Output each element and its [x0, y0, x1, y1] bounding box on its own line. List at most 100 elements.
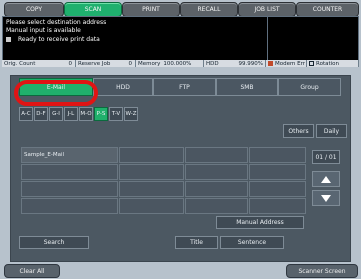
address-cell[interactable]: [185, 198, 248, 214]
manual-address-button[interactable]: Manual Address: [216, 216, 304, 229]
alpha-tab-p-s[interactable]: P-S: [94, 107, 108, 121]
page-down-button[interactable]: [312, 190, 340, 206]
status-orig-count: Orig. Count 0: [2, 60, 76, 67]
alpha-tab-a-c-label: A-C: [21, 111, 31, 117]
message-line-3: Ready to receive print data: [6, 36, 100, 43]
address-cell-label: Sample_E-Mail: [24, 152, 65, 158]
tab-recall[interactable]: RECALL: [180, 2, 238, 17]
printer-icon: [6, 37, 11, 42]
tab-job-list[interactable]: JOB LIST: [238, 2, 296, 17]
alpha-tab-p-s-label: P-S: [96, 111, 106, 117]
tab-job-list-label: JOB LIST: [254, 6, 280, 13]
status-modem: Modem Err: [266, 60, 307, 67]
address-cell[interactable]: [249, 198, 306, 214]
message-divider: [267, 17, 268, 60]
status-orig-count-label: Orig. Count: [4, 60, 36, 67]
tab-scan-label: SCAN: [84, 6, 102, 13]
status-hdd-value: 99.990%: [238, 60, 263, 67]
category-group-button[interactable]: Group: [278, 78, 341, 96]
tab-print[interactable]: PRINT: [122, 2, 180, 17]
category-hdd-label: HDD: [116, 83, 130, 91]
title-label: Title: [190, 239, 203, 246]
clear-all-button[interactable]: Clear All: [4, 264, 60, 278]
alpha-tab-g-i[interactable]: G-I: [49, 107, 63, 121]
category-smb-button[interactable]: SMB: [216, 78, 278, 96]
alpha-tab-j-l-label: J-L: [67, 111, 75, 117]
rotation-icon: [309, 61, 314, 66]
alpha-tab-a-c[interactable]: A-C: [19, 107, 33, 121]
status-reserve-job: Reserve Job 0: [76, 60, 136, 67]
address-cell[interactable]: [21, 164, 118, 180]
page-indicator-text: 01 / 01: [315, 153, 337, 161]
address-cell[interactable]: [185, 147, 248, 163]
address-cell[interactable]: [119, 147, 184, 163]
address-cell[interactable]: [249, 164, 306, 180]
daily-label: Daily: [323, 127, 340, 135]
address-cell-sample-email[interactable]: Sample_E-Mail: [21, 147, 118, 163]
others-button[interactable]: Others: [283, 124, 314, 138]
alpha-tab-d-f[interactable]: D-F: [34, 107, 48, 121]
status-rotation: Rotation: [307, 60, 359, 67]
status-hdd: HDD 99.990%: [204, 60, 266, 67]
alpha-tab-t-v[interactable]: T-V: [109, 107, 123, 121]
address-cell[interactable]: [185, 181, 248, 197]
status-memory: Memory 100.000%: [136, 60, 204, 67]
search-label: Search: [43, 239, 65, 246]
address-cell[interactable]: [249, 181, 306, 197]
clear-all-label: Clear All: [19, 267, 45, 275]
address-cell[interactable]: [119, 181, 184, 197]
status-rotation-label: Rotation: [316, 60, 340, 67]
status-memory-label: Memory: [138, 60, 161, 67]
sentence-button[interactable]: Sentence: [220, 236, 284, 249]
page-indicator: 01 / 01: [312, 150, 340, 164]
daily-button[interactable]: Daily: [316, 124, 347, 138]
sentence-label: Sentence: [237, 239, 267, 246]
message-line-3-text: Ready to receive print data: [18, 36, 100, 43]
alpha-tab-m-o-label: M-O: [80, 111, 92, 117]
arrow-up-icon: [321, 175, 331, 183]
title-button[interactable]: Title: [175, 236, 218, 249]
manual-address-label: Manual Address: [236, 219, 284, 226]
alpha-tab-d-f-label: D-F: [36, 111, 46, 117]
arrow-down-icon: [321, 194, 331, 202]
address-cell[interactable]: [119, 198, 184, 214]
modem-icon: [268, 61, 273, 66]
scanner-screen-label: Scanner Screen: [298, 267, 346, 275]
alpha-tab-t-v-label: T-V: [111, 111, 121, 117]
tab-counter-label: COUNTER: [312, 6, 343, 13]
tab-counter[interactable]: COUNTER: [296, 2, 359, 17]
highlight-ring: [14, 80, 98, 106]
message-line-2: Manual input is available: [6, 27, 81, 34]
status-reserve-job-label: Reserve Job: [78, 60, 111, 67]
status-memory-value: 100.000%: [163, 60, 192, 67]
status-modem-label: Modem Err: [275, 60, 305, 67]
tab-recall-label: RECALL: [197, 6, 221, 13]
address-cell[interactable]: [21, 198, 118, 214]
status-orig-count-value: 0: [68, 60, 73, 67]
alpha-tab-g-i-label: G-I: [52, 111, 60, 117]
status-hdd-label: HDD: [206, 60, 219, 67]
alpha-tab-j-l[interactable]: J-L: [64, 107, 78, 121]
alpha-tab-w-z-label: W-Z: [125, 111, 137, 117]
tab-copy[interactable]: COPY: [4, 2, 64, 17]
scanner-screen-button[interactable]: Scanner Screen: [286, 264, 358, 278]
category-hdd-button[interactable]: HDD: [93, 78, 153, 96]
alpha-tab-w-z[interactable]: W-Z: [124, 107, 138, 121]
category-smb-label: SMB: [240, 83, 254, 91]
category-ftp-label: FTP: [179, 83, 190, 91]
tab-print-label: PRINT: [142, 6, 160, 13]
address-cell[interactable]: [119, 164, 184, 180]
address-cell[interactable]: [185, 164, 248, 180]
address-cell[interactable]: [249, 147, 306, 163]
others-label: Others: [288, 127, 309, 135]
search-button[interactable]: Search: [19, 236, 89, 249]
address-cell[interactable]: [21, 181, 118, 197]
category-ftp-button[interactable]: FTP: [153, 78, 216, 96]
alpha-tab-m-o[interactable]: M-O: [79, 107, 93, 121]
tab-scan[interactable]: SCAN: [64, 2, 122, 17]
message-line-1: Please select destination address: [6, 19, 107, 26]
page-up-button[interactable]: [312, 171, 340, 187]
category-group-label: Group: [300, 83, 319, 91]
destination-screen: { "mode_tabs": ["COPY", "SCAN", "PRINT",…: [0, 0, 361, 279]
tab-copy-label: COPY: [25, 6, 43, 13]
